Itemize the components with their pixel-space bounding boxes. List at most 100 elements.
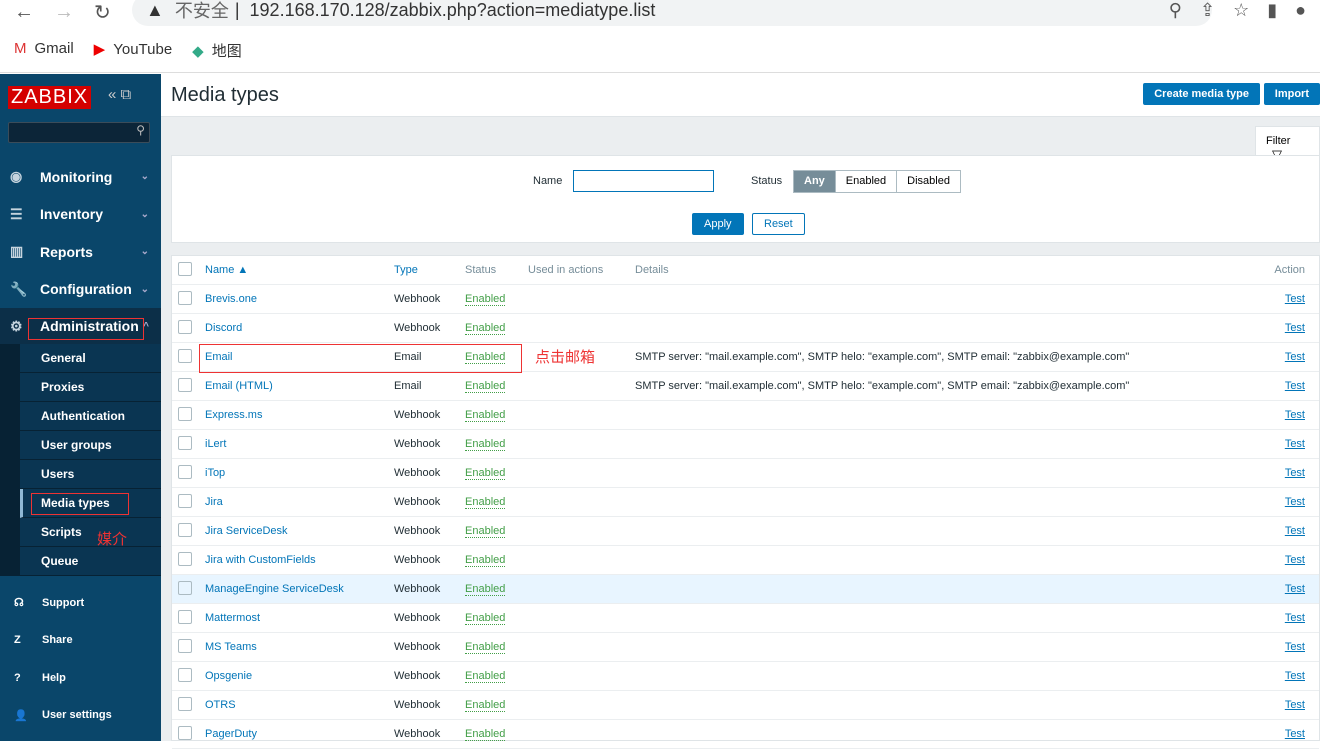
menu-administration[interactable]: ⚙ Administration ^ [0,308,161,344]
status-toggle[interactable]: Enabled [465,554,506,567]
name-input[interactable] [573,170,714,192]
star-icon[interactable]: ☆ [1233,0,1249,21]
test-link[interactable]: Test [1285,554,1305,566]
profile-icon[interactable]: ● [1295,0,1306,21]
test-link[interactable]: Test [1285,467,1305,479]
sort-name[interactable]: Name ▲ [205,264,248,276]
media-type-name-link[interactable]: OTRS [205,699,236,711]
apply-button[interactable]: Apply [692,213,744,235]
media-type-name-link[interactable]: Discord [205,322,242,334]
test-link[interactable]: Test [1285,351,1305,363]
status-toggle[interactable]: Enabled [465,467,506,480]
test-link[interactable]: Test [1285,641,1305,653]
submenu-scripts[interactable]: Scripts [20,518,161,547]
menu-configuration[interactable]: 🔧 Configuration ⌄ [0,271,161,309]
status-toggle[interactable]: Enabled [465,728,506,741]
status-toggle[interactable]: Enabled [465,409,506,422]
sidebar-search[interactable]: ⚲ [8,122,150,143]
status-toggle[interactable]: Enabled [465,612,506,625]
status-toggle[interactable]: Enabled [465,380,506,393]
back-icon[interactable]: ← [14,1,40,24]
row-checkbox[interactable] [178,552,192,566]
bookmark-maps[interactable]: ◆ 地图 [192,40,242,61]
status-toggle[interactable]: Enabled [465,670,506,683]
test-link[interactable]: Test [1285,438,1305,450]
test-link[interactable]: Test [1285,583,1305,595]
submenu-queue[interactable]: Queue [20,547,161,576]
status-toggle[interactable]: Enabled [465,583,506,596]
submenu-users[interactable]: Users [20,460,161,489]
media-type-name-link[interactable]: Jira [205,496,223,508]
media-type-name-link[interactable]: MS Teams [205,641,257,653]
media-type-name-link[interactable]: Brevis.one [205,293,257,305]
address-bar[interactable]: ▲ 不安全 | 192.168.170.128/zabbix.php?action… [132,0,1212,26]
collapse-icon[interactable]: « [108,86,116,103]
status-toggle[interactable]: Enabled [465,351,506,364]
status-toggle[interactable]: Enabled [465,496,506,509]
zoom-icon[interactable]: ⚲ [1169,0,1182,21]
create-media-type-button[interactable]: Create media type [1143,83,1260,105]
row-checkbox[interactable] [178,407,192,421]
submenu-general[interactable]: General [20,344,161,373]
status-enabled[interactable]: Enabled [836,171,898,192]
test-link[interactable]: Test [1285,380,1305,392]
sidepanel-icon[interactable]: ▮ [1267,0,1277,21]
row-checkbox[interactable] [178,581,192,595]
status-any[interactable]: Any [794,171,836,192]
filter-tab[interactable]: Filter ▽ [1255,126,1320,162]
media-type-name-link[interactable]: Jira ServiceDesk [205,525,288,537]
row-checkbox[interactable] [178,639,192,653]
share-icon[interactable]: ⇪ [1200,0,1215,21]
row-checkbox[interactable] [178,610,192,624]
bookmark-youtube[interactable]: ▶ YouTube [94,40,173,61]
row-checkbox[interactable] [178,436,192,450]
menu-inventory[interactable]: ☰ Inventory ⌄ [0,196,161,234]
test-link[interactable]: Test [1285,525,1305,537]
test-link[interactable]: Test [1285,293,1305,305]
row-checkbox[interactable] [178,320,192,334]
media-type-name-link[interactable]: iTop [205,467,225,479]
reload-icon[interactable]: ↻ [94,0,120,25]
status-toggle[interactable]: Enabled [465,525,506,538]
test-link[interactable]: Test [1285,612,1305,624]
row-checkbox[interactable] [178,349,192,363]
menu-reports[interactable]: ▥ Reports ⌄ [0,233,161,271]
row-checkbox[interactable] [178,523,192,537]
status-toggle[interactable]: Enabled [465,699,506,712]
status-toggle[interactable]: Enabled [465,438,506,451]
select-all-checkbox[interactable] [178,262,192,276]
row-checkbox[interactable] [178,291,192,305]
status-toggle[interactable]: Enabled [465,293,506,306]
test-link[interactable]: Test [1285,670,1305,682]
status-toggle[interactable]: Enabled [465,322,506,335]
status-toggle[interactable]: Enabled [465,641,506,654]
submenu-proxies[interactable]: Proxies [20,373,161,402]
media-type-name-link[interactable]: Express.ms [205,409,262,421]
row-checkbox[interactable] [178,494,192,508]
menu-help[interactable]: ? Help [0,659,161,697]
kiosk-icon[interactable]: ⧉ [121,86,132,103]
menu-user-settings[interactable]: 👤 User settings [0,697,161,735]
submenu-authentication[interactable]: Authentication [20,402,161,431]
sort-type[interactable]: Type [394,264,418,276]
media-type-name-link[interactable]: Opsgenie [205,670,252,682]
row-checkbox[interactable] [178,378,192,392]
row-checkbox[interactable] [178,668,192,682]
bookmark-gmail[interactable]: M Gmail [14,40,74,61]
media-type-name-link[interactable]: Mattermost [205,612,260,624]
reset-button[interactable]: Reset [752,213,805,235]
media-type-name-link[interactable]: iLert [205,438,226,450]
row-checkbox[interactable] [178,697,192,711]
menu-share[interactable]: Z Share [0,622,161,660]
row-checkbox[interactable] [178,465,192,479]
test-link[interactable]: Test [1285,728,1305,740]
status-segmented[interactable]: Any Enabled Disabled [793,170,961,193]
row-checkbox[interactable] [178,726,192,740]
test-link[interactable]: Test [1285,496,1305,508]
media-type-name-link[interactable]: Email (HTML) [205,380,273,392]
media-type-name-link[interactable]: Email [205,351,233,363]
menu-support[interactable]: ☊ Support [0,584,161,622]
status-disabled[interactable]: Disabled [897,171,960,192]
test-link[interactable]: Test [1285,699,1305,711]
submenu-user-groups[interactable]: User groups [20,431,161,460]
